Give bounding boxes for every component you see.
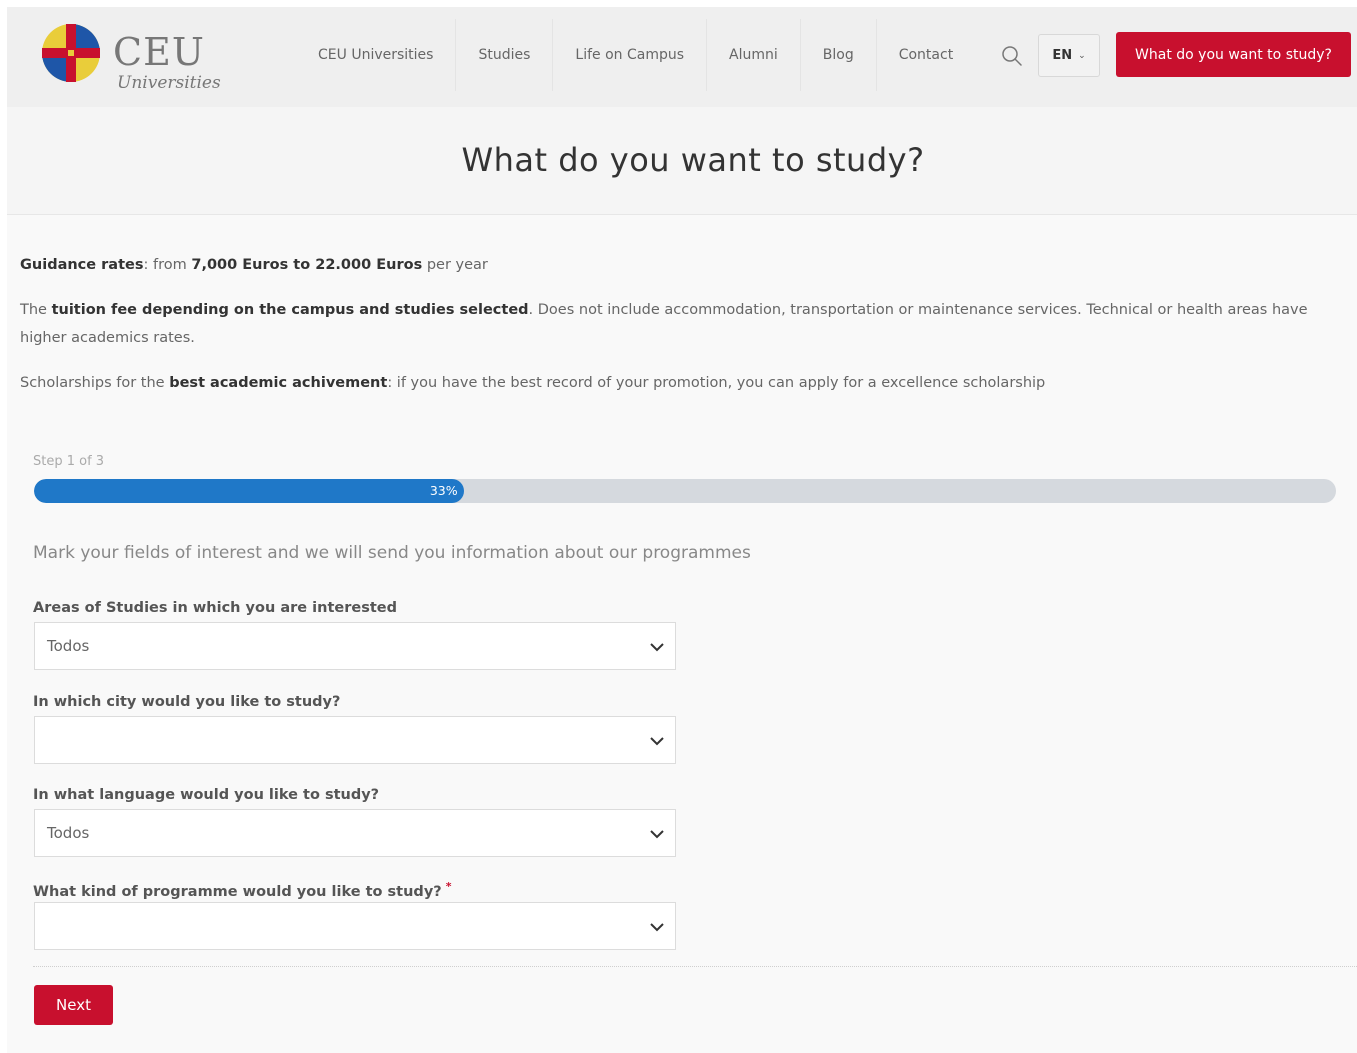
form-divider [33,966,1357,967]
page-frame: CEU Universities CEU Universities Studie… [7,7,1357,1053]
site-header: CEU Universities CEU Universities Studie… [7,7,1357,107]
programme-label: What kind of programme would you like to… [33,880,451,900]
search-icon[interactable] [1001,45,1023,67]
nav-life-on-campus[interactable]: Life on Campus [553,19,708,91]
nav-blog[interactable]: Blog [801,19,877,91]
chevron-down-icon: ⌄ [1078,50,1086,61]
schol-bold: best academic achivement [169,375,388,391]
page-title: What do you want to study? [461,141,925,179]
nav-studies[interactable]: Studies [456,19,554,91]
nav-ceu-universities[interactable]: CEU Universities [296,19,457,91]
scholarship-text: Scholarships for the best academic achiv… [20,369,1340,397]
language-label: In what language would you like to study… [33,787,380,803]
what-to-study-button[interactable]: What do you want to study? [1116,32,1351,77]
ceu-logo[interactable]: CEU Universities [41,21,241,101]
required-mark: * [445,880,452,893]
areas-select-value: Todos [47,637,90,655]
areas-label: Areas of Studies in which you are intere… [33,600,397,616]
schol-pre: Scholarships for the [20,375,170,391]
schol-tail: : if you have the best record of your pr… [387,375,1046,391]
programme-label-text: What kind of programme would you like to… [33,883,442,900]
city-select[interactable] [34,716,676,764]
nav-alumni[interactable]: Alumni [707,19,801,91]
next-button[interactable]: Next [34,985,113,1025]
form-description: Mark your fields of interest and we will… [33,543,751,563]
progress-bar: 33% [34,479,1336,503]
title-band: What do you want to study? [7,107,1357,215]
guidance-rates-text: Guidance rates: from 7,000 Euros to 22.0… [20,251,1340,279]
logo-wordmark: CEU [113,30,205,74]
ceu-logo-icon [42,24,100,82]
tuition-text: The tuition fee depending on the campus … [20,296,1340,352]
rates-tail: per year [422,257,488,273]
chevron-down-icon [650,737,664,746]
rates-label: Guidance rates [20,257,144,273]
language-select[interactable]: Todos [34,809,676,857]
nav-contact[interactable]: Contact [877,19,975,91]
areas-select[interactable]: Todos [34,622,676,670]
step-indicator: Step 1 of 3 [33,454,105,469]
progress-percent: 33% [429,483,458,498]
rates-mid: : from [143,257,192,273]
tuition-pre: The [20,302,52,318]
progress-fill: 33% [34,479,464,503]
chevron-down-icon [650,643,664,652]
language-code: EN [1052,48,1073,63]
chevron-down-icon [650,923,664,932]
programme-select[interactable] [34,902,676,950]
language-select-value: Todos [47,824,90,842]
main-nav: CEU Universities Studies Life on Campus … [296,19,975,91]
tuition-bold: tuition fee depending on the campus and … [51,302,529,318]
language-selector[interactable]: EN ⌄ [1038,34,1100,77]
info-section: Guidance rates: from 7,000 Euros to 22.0… [20,251,1340,414]
rates-amount: 7,000 Euros to 22.000 Euros [191,257,423,273]
chevron-down-icon [650,830,664,839]
city-label: In which city would you like to study? [33,694,341,710]
logo-subtitle: Universities [117,73,221,93]
